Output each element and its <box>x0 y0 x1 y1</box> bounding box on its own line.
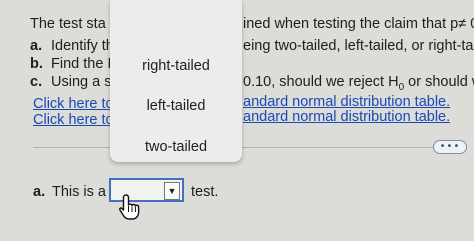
more-button[interactable]: ••• <box>433 140 467 154</box>
link-left-2[interactable]: Click here tc <box>33 111 113 129</box>
part-c-right-post: or should w <box>408 74 474 90</box>
answer-prefix: This is a <box>52 184 106 200</box>
part-c-right-pre: 0.10, should we reject H <box>243 74 399 90</box>
question-intro-left: The test sta <box>30 16 106 32</box>
question-intro-right: ined when testing the claim that p≠ 0. <box>243 16 474 32</box>
part-a-text: Identify th <box>51 38 114 54</box>
part-c-text: Using a s <box>51 74 112 90</box>
link-right-2[interactable]: andard normal distribution table. <box>243 108 450 126</box>
answer-a-label: a. <box>33 184 46 200</box>
part-b-text: Find the I <box>51 56 112 72</box>
part-b-label: b. <box>30 56 43 72</box>
part-a-right: eing two-tailed, left-tailed, or right-t… <box>243 38 474 54</box>
option-left-tailed[interactable]: left-tailed <box>110 91 242 121</box>
chevron-down-icon[interactable]: ▼ <box>164 182 180 200</box>
dropdown-menu: right-tailed left-tailed two-tailed <box>110 0 242 162</box>
option-right-tailed[interactable]: right-tailed <box>110 51 242 81</box>
option-two-tailed[interactable]: two-tailed <box>110 132 242 162</box>
part-a-label: a. <box>30 38 43 54</box>
part-c-label: c. <box>30 74 43 90</box>
hand-pointer-icon <box>119 194 140 220</box>
answer-suffix: test. <box>191 184 219 200</box>
ellipsis-icon: ••• <box>439 141 461 152</box>
